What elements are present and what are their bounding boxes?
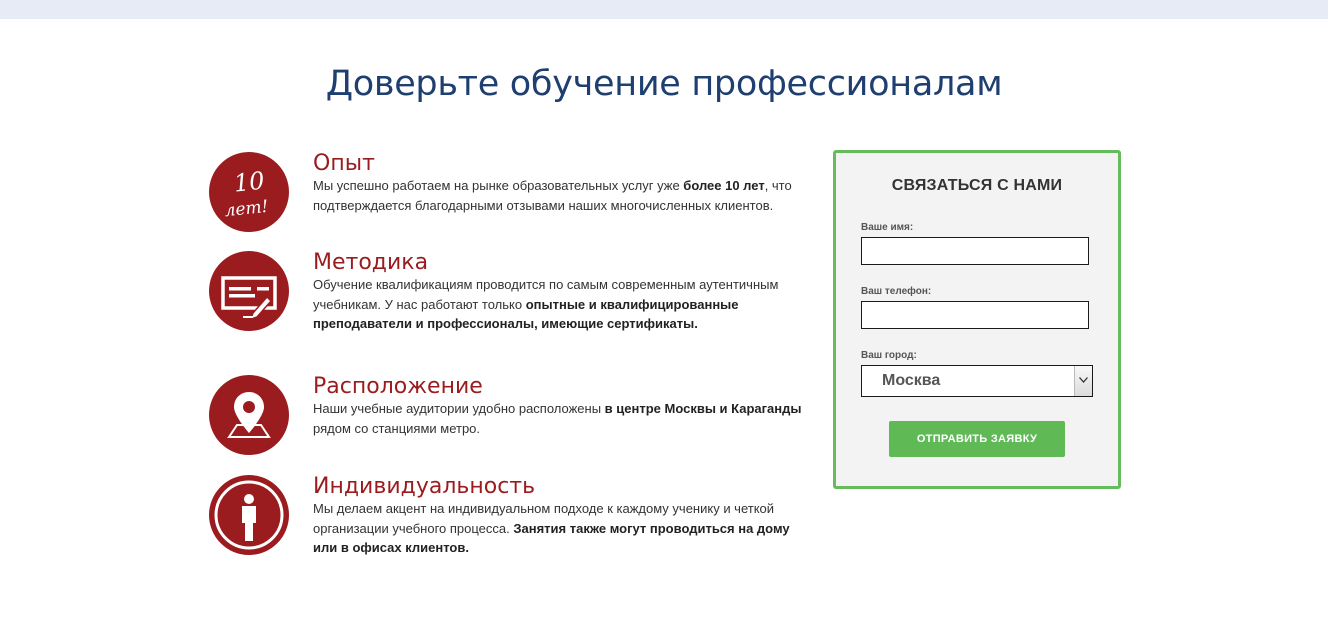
feature-location: Расположение Наши учебные аудитории удоб… xyxy=(209,375,819,461)
10-years-badge-icon: 10 лет! xyxy=(209,152,289,232)
feature-description: Мы успешно работаем на рынке образовател… xyxy=(313,176,813,215)
feature-description: Наши учебные аудитории удобно расположен… xyxy=(313,399,813,438)
description-highlight: более 10 лет xyxy=(683,178,765,193)
phone-input[interactable] xyxy=(861,301,1089,329)
chevron-down-icon[interactable] xyxy=(1074,366,1092,396)
name-label: Ваше имя: xyxy=(861,222,914,233)
feature-description: Обучение квалификациям проводится по сам… xyxy=(313,275,813,334)
description-text: Мы успешно работаем на рынке образовател… xyxy=(313,178,684,193)
feature-description: Мы делаем акцент на индивидуальном подхо… xyxy=(313,499,813,558)
top-bar xyxy=(0,0,1328,19)
description-highlight: в центре Москвы и Караганды xyxy=(604,401,802,416)
feature-title: Методика xyxy=(313,250,429,275)
contact-form: СВЯЗАТЬСЯ С НАМИ Ваше имя: Ваш телефон: … xyxy=(833,150,1121,489)
map-pin-icon xyxy=(209,375,289,455)
city-label: Ваш город: xyxy=(861,350,917,361)
certificate-icon xyxy=(209,251,289,331)
phone-label: Ваш телефон: xyxy=(861,286,932,297)
city-select-value: Москва xyxy=(882,372,941,389)
feature-individuality: Индивидуальность Мы делаем акцент на инд… xyxy=(209,475,819,561)
description-text: Наши учебные аудитории удобно расположен… xyxy=(313,401,605,416)
city-select[interactable]: Москва xyxy=(861,365,1093,397)
name-input[interactable] xyxy=(861,237,1089,265)
feature-title: Опыт xyxy=(313,151,375,176)
contact-form-title: СВЯЗАТЬСЯ С НАМИ xyxy=(891,177,1063,194)
feature-methodology: Методика Обучение квалификациям проводит… xyxy=(209,251,819,337)
svg-text:10: 10 xyxy=(233,167,266,198)
feature-experience: 10 лет! Опыт Мы успешно работаем на рынк… xyxy=(209,152,819,238)
page-title: Доверьте обучение профессионалам xyxy=(325,64,1003,104)
feature-title: Индивидуальность xyxy=(313,474,536,499)
description-text: рядом со станциями метро. xyxy=(313,420,481,436)
person-icon xyxy=(209,475,289,555)
svg-text:лет!: лет! xyxy=(224,197,270,221)
feature-title: Расположение xyxy=(313,374,483,399)
submit-request-button[interactable]: ОТПРАВИТЬ ЗАЯВКУ xyxy=(889,421,1065,457)
